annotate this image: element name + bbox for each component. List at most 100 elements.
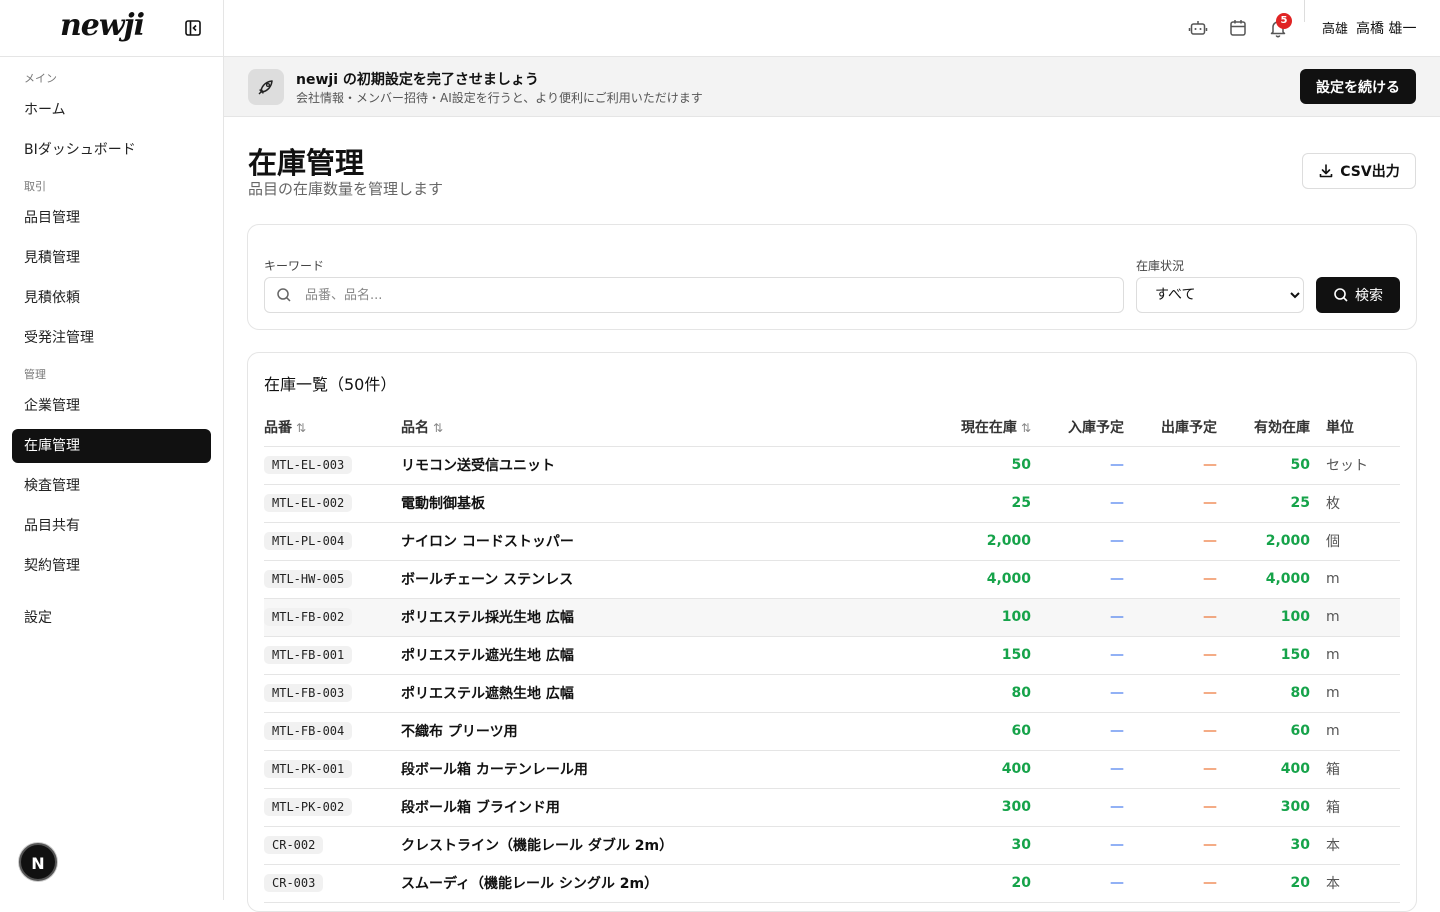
cell-available-stock: 60 xyxy=(1217,712,1310,751)
cell-unit: 本 xyxy=(1310,826,1400,865)
sidebar: newji メイン ホーム BIダッシュボード 取引 品目管理 見積管理 見積依… xyxy=(0,0,224,900)
cell-available-stock: 300 xyxy=(1217,788,1310,827)
col-header-name-label: 品名 xyxy=(401,419,429,436)
sidebar-item-quote-requests[interactable]: 見積依頼 xyxy=(12,281,211,315)
col-header-current-label: 現在在庫 xyxy=(960,419,1017,436)
table-row[interactable]: MTL-FB-002 ポリエステル採光生地 広幅 100— —100 m xyxy=(264,598,1400,637)
cell-current-stock: 400 xyxy=(891,750,1031,789)
table-row[interactable]: MTL-PK-002 段ボール箱 ブラインド用 300— —300 箱 xyxy=(264,788,1400,827)
cell-incoming: — xyxy=(1031,484,1124,523)
cell-outgoing: — xyxy=(1124,560,1217,599)
table-row[interactable]: CR-002 クレストライン（機能レール ダブル 2m） 30— —30 本 xyxy=(264,826,1400,865)
sort-icon[interactable]: ⇅ xyxy=(1021,421,1031,435)
sidebar-item-inventory[interactable]: 在庫管理 xyxy=(12,429,211,463)
col-header-current[interactable]: 現在在庫 ⇅ xyxy=(891,408,1031,447)
cell-current-stock: 4,000 xyxy=(891,560,1031,599)
table-row[interactable]: MTL-HW-005 ボールチェーン ステンレス 4,000— —4,000 m xyxy=(264,560,1400,599)
sidebar-item-orders[interactable]: 受発注管理 xyxy=(12,321,211,355)
cell-outgoing: — xyxy=(1124,598,1217,637)
cell-outgoing: — xyxy=(1124,522,1217,561)
user-menu[interactable]: 高雄 高橋 雄一 xyxy=(1322,18,1416,38)
sort-icon[interactable]: ⇅ xyxy=(296,421,306,435)
col-header-name[interactable]: 品名 ⇅ xyxy=(401,408,891,447)
table-row[interactable]: MTL-PK-001 段ボール箱 カーテンレール用 400— —400 箱 xyxy=(264,750,1400,789)
cell-outgoing: — xyxy=(1124,636,1217,675)
sidebar-item-settings[interactable]: 設定 xyxy=(12,601,211,635)
search-button[interactable]: 検索 xyxy=(1316,277,1400,313)
cell-unit: m xyxy=(1310,636,1400,675)
item-code-badge: MTL-EL-002 xyxy=(264,494,353,512)
inventory-table: 品番 ⇅ 品名 ⇅ 現在在庫 ⇅ 入庫予定 出庫予定 有効在庫 単位 MTL-EL-0… xyxy=(264,408,1400,903)
inventory-table-card: 在庫一覧（50件） 品番 ⇅ 品名 ⇅ 現在在庫 ⇅ 入庫予定 出庫予定 有効在庫 単… xyxy=(247,352,1417,912)
cell-current-stock: 80 xyxy=(891,674,1031,713)
cell-code: MTL-FB-003 xyxy=(264,674,401,713)
stock-status-select[interactable]: すべて xyxy=(1136,277,1304,313)
cell-available-stock: 2,000 xyxy=(1217,522,1310,561)
sidebar-item-home[interactable]: ホーム xyxy=(12,93,211,127)
cell-name[interactable]: リモコン送受信ユニット xyxy=(401,446,891,485)
cell-unit: 箱 xyxy=(1310,788,1400,827)
table-row[interactable]: MTL-EL-003 リモコン送受信ユニット 50— —50 セット xyxy=(264,446,1400,485)
col-header-unit: 単位 xyxy=(1310,408,1400,447)
cell-unit: 箱 xyxy=(1310,750,1400,789)
cell-name[interactable]: クレストライン（機能レール ダブル 2m） xyxy=(401,826,891,865)
calendar-icon[interactable] xyxy=(1228,18,1248,38)
keyword-label: キーワード xyxy=(264,259,325,273)
sidebar-item-quotes[interactable]: 見積管理 xyxy=(12,241,211,275)
cell-code: MTL-EL-002 xyxy=(264,484,401,523)
cell-name[interactable]: 電動制御基板 xyxy=(401,484,891,523)
cell-available-stock: 80 xyxy=(1217,674,1310,713)
cell-name[interactable]: ポリエステル遮光生地 広幅 xyxy=(401,636,891,675)
cell-name[interactable]: ポリエステル遮熱生地 広幅 xyxy=(401,674,891,713)
cell-name[interactable]: 不織布 プリーツ用 xyxy=(401,712,891,751)
search-button-icon xyxy=(1334,288,1348,302)
sidebar-collapse-icon[interactable] xyxy=(184,19,202,37)
cell-unit: m xyxy=(1310,674,1400,713)
assistant-avatar[interactable]: N xyxy=(19,843,57,881)
cell-name[interactable]: ポリエステル採光生地 広幅 xyxy=(401,598,891,637)
cell-outgoing: — xyxy=(1124,750,1217,789)
cell-outgoing: — xyxy=(1124,864,1217,903)
cell-name[interactable]: スムーディ（機能レール シングル 2m） xyxy=(401,864,891,903)
cell-incoming: — xyxy=(1031,598,1124,637)
sidebar-item-inspection[interactable]: 検査管理 xyxy=(12,469,211,503)
cell-name[interactable]: ボールチェーン ステンレス xyxy=(401,560,891,599)
table-row[interactable]: MTL-FB-004 不織布 プリーツ用 60— —60 m xyxy=(264,712,1400,751)
cell-current-stock: 300 xyxy=(891,788,1031,827)
cell-name[interactable]: 段ボール箱 カーテンレール用 xyxy=(401,750,891,789)
csv-export-button[interactable]: CSV出力 xyxy=(1302,153,1416,189)
item-code-badge: MTL-PL-004 xyxy=(264,532,353,550)
sidebar-item-item-sharing[interactable]: 品目共有 xyxy=(12,509,211,543)
sidebar-section-trade: 取引 xyxy=(24,180,46,193)
cell-available-stock: 150 xyxy=(1217,636,1310,675)
col-header-code[interactable]: 品番 ⇅ xyxy=(264,408,401,447)
download-icon xyxy=(1319,164,1333,178)
sidebar-item-companies[interactable]: 企業管理 xyxy=(12,389,211,423)
continue-setup-button[interactable]: 設定を続ける xyxy=(1300,69,1416,104)
table-row[interactable]: MTL-FB-003 ポリエステル遮熱生地 広幅 80— —80 m xyxy=(264,674,1400,713)
cell-current-stock: 50 xyxy=(891,446,1031,485)
cell-name[interactable]: ナイロン コードストッパー xyxy=(401,522,891,561)
keyword-search-input[interactable] xyxy=(264,277,1124,313)
cell-incoming: — xyxy=(1031,522,1124,561)
sidebar-item-bi-dashboard[interactable]: BIダッシュボード xyxy=(12,133,211,167)
item-code-badge: MTL-FB-004 xyxy=(264,722,353,740)
item-code-badge: MTL-FB-003 xyxy=(264,684,353,702)
cell-name[interactable]: 段ボール箱 ブラインド用 xyxy=(401,788,891,827)
sidebar-section-admin: 管理 xyxy=(24,368,46,381)
table-row[interactable]: MTL-PL-004 ナイロン コードストッパー 2,000— —2,000 個 xyxy=(264,522,1400,561)
cell-current-stock: 30 xyxy=(891,826,1031,865)
item-code-badge: CR-002 xyxy=(264,836,324,854)
sort-icon[interactable]: ⇅ xyxy=(433,421,443,435)
app-logo[interactable]: newji xyxy=(60,8,145,43)
cell-incoming: — xyxy=(1031,446,1124,485)
table-row[interactable]: MTL-EL-002 電動制御基板 25— —25 枚 xyxy=(264,484,1400,523)
table-row[interactable]: MTL-FB-001 ポリエステル遮光生地 広幅 150— —150 m xyxy=(264,636,1400,675)
robot-icon[interactable] xyxy=(1188,18,1208,38)
topbar-divider xyxy=(1304,0,1305,22)
item-code-badge: MTL-HW-005 xyxy=(264,570,353,588)
sidebar-item-contracts[interactable]: 契約管理 xyxy=(12,549,211,583)
table-row[interactable]: CR-003 スムーディ（機能レール シングル 2m） 20— —20 本 xyxy=(264,864,1400,903)
col-header-outgoing: 出庫予定 xyxy=(1124,408,1217,447)
sidebar-item-items[interactable]: 品目管理 xyxy=(12,201,211,235)
